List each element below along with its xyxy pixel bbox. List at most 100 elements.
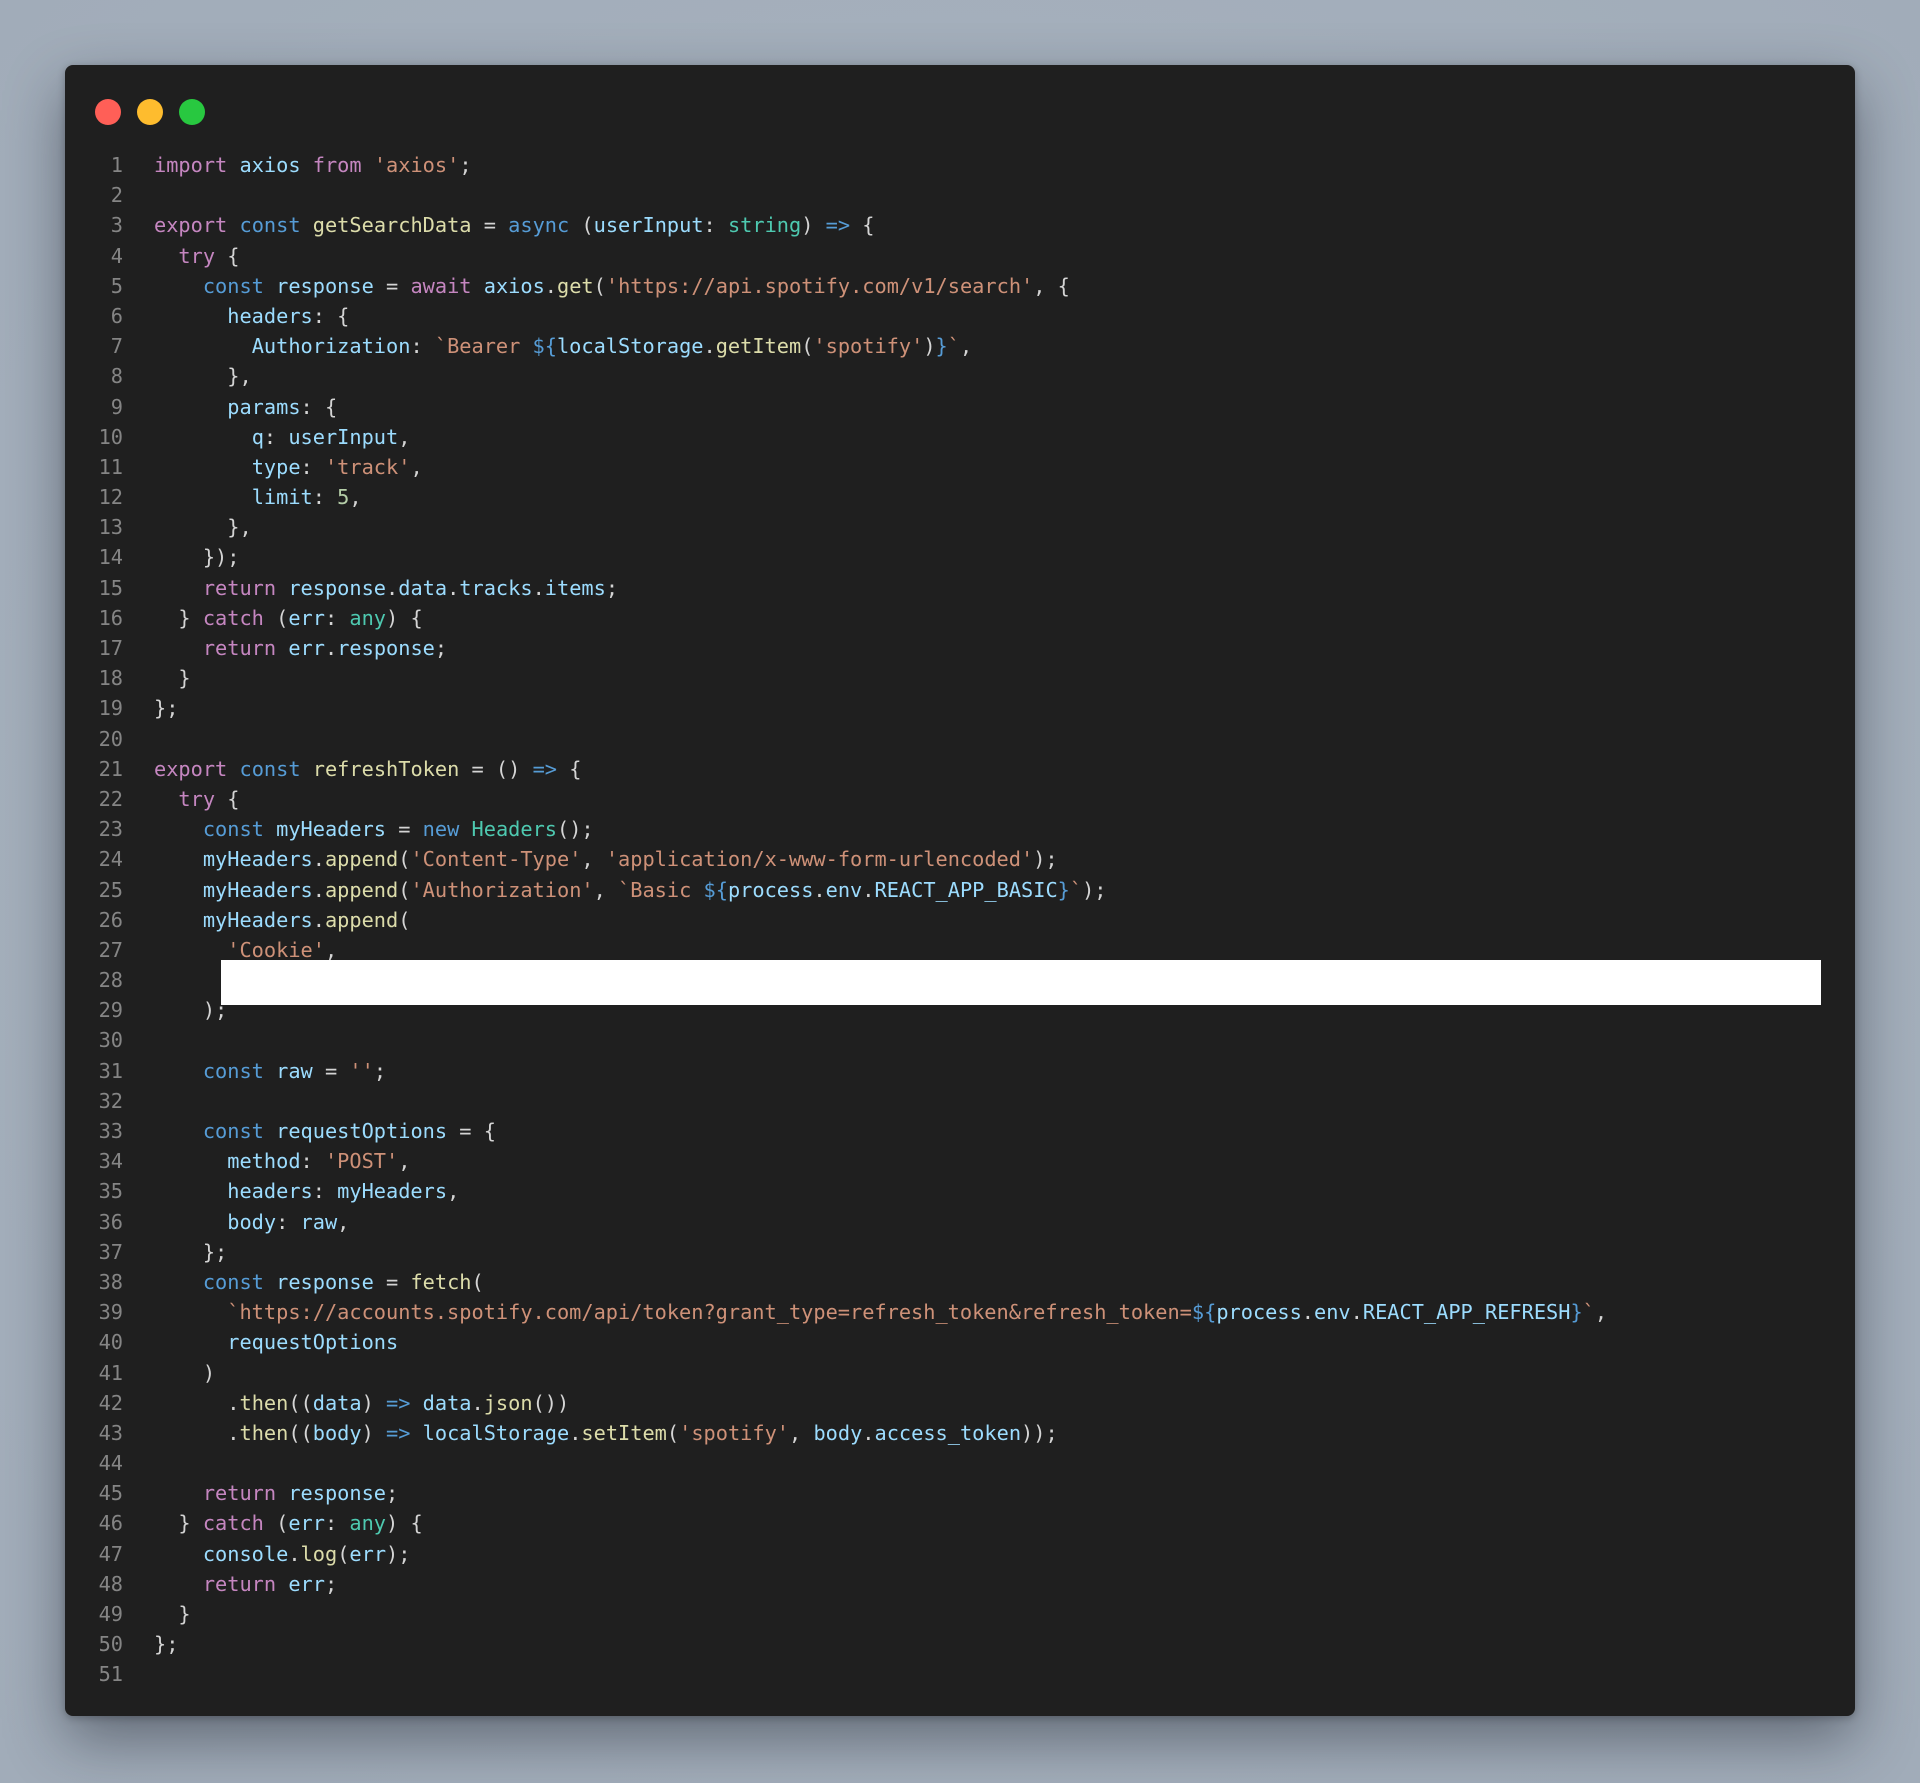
line-number: 18	[98, 666, 123, 691]
code-token: ,	[1594, 1300, 1608, 1325]
code-text: myHeaders.append(	[154, 905, 411, 935]
code-token: .	[703, 334, 716, 359]
code-token: body	[312, 1420, 362, 1445]
line-number: 14	[98, 545, 123, 570]
code-line: 37 };	[65, 1237, 1855, 1267]
code-token: env	[1314, 1300, 1351, 1325]
code-token: err	[288, 636, 325, 660]
line-number: 31	[98, 1058, 123, 1083]
code-token: err	[349, 1541, 387, 1566]
code-token: try	[178, 243, 216, 268]
code-text: headers: {	[154, 301, 349, 331]
code-token: return	[202, 1571, 277, 1596]
code-token: ) {	[386, 605, 423, 630]
zoom-button[interactable]	[179, 99, 205, 125]
code-token: myHeaders	[202, 847, 313, 872]
code-token: ,	[959, 334, 973, 359]
code-token: 'Cookie'	[227, 937, 325, 962]
code-editor[interactable]: 1 import axios from 'axios'; 2 3 export cons…	[65, 150, 1855, 1690]
code-token: const	[239, 756, 301, 781]
code-token: }	[1057, 877, 1070, 902]
line-number: 19	[98, 696, 123, 721]
code-token: ;	[434, 636, 448, 660]
code-token: .	[288, 1541, 301, 1566]
code-text: return err;	[154, 1569, 337, 1599]
code-text: );	[154, 995, 227, 1025]
code-token: =>	[825, 213, 851, 238]
code-text: requestOptions	[154, 1327, 398, 1357]
line-number: 24	[98, 847, 123, 872]
line-number: 2	[110, 183, 123, 208]
code-line: 11 type: 'track',	[65, 452, 1855, 482]
code-token: }	[154, 605, 203, 630]
code-text: const response = fetch(	[154, 1267, 484, 1297]
close-button[interactable]	[95, 99, 121, 125]
line-number: 47	[98, 1541, 123, 1566]
line-number: 42	[98, 1390, 123, 1415]
line-number: 48	[98, 1571, 123, 1596]
line-number: 11	[98, 454, 123, 479]
code-text: body: raw,	[154, 1207, 349, 1237]
code-text: return response.data.tracks.items;	[154, 573, 618, 603]
code-token: (	[398, 847, 411, 872]
code-token: };	[154, 1239, 228, 1264]
code-line: 26 myHeaders.append(	[65, 905, 1855, 935]
code-text: },	[154, 361, 251, 391]
line-number: 15	[98, 575, 123, 600]
code-text: } catch (err: any) {	[154, 603, 423, 633]
code-token: any	[349, 605, 387, 630]
code-token: setItem	[581, 1420, 667, 1445]
code-line: 43 .then((body) => localStorage.setItem(…	[65, 1418, 1855, 1448]
code-line: 25 myHeaders.append('Authorization', `Ba…	[65, 875, 1855, 905]
code-line: 49 }	[65, 1599, 1855, 1629]
line-number: 22	[98, 786, 123, 811]
code-token: =>	[532, 756, 557, 781]
code-text: };	[154, 693, 178, 723]
code-text: method: 'POST',	[154, 1146, 410, 1176]
code-token: userInput	[593, 213, 704, 238]
code-token: response	[276, 1269, 374, 1294]
code-token: ;	[324, 1571, 338, 1596]
code-line: 13 },	[65, 512, 1855, 542]
code-token: ,	[789, 1420, 814, 1445]
code-text: const response = await axios.get('https:…	[154, 271, 1070, 301]
code-token: =	[386, 817, 423, 842]
code-token: append	[324, 907, 399, 932]
code-token: {	[215, 243, 240, 268]
code-token: 'Content-Type'	[410, 847, 582, 872]
code-text: headers: myHeaders,	[154, 1176, 459, 1206]
code-text: .then((data) => data.json())	[154, 1388, 569, 1418]
code-token: , {	[1033, 273, 1070, 298]
code-token: ${	[1191, 1300, 1217, 1325]
code-token: .	[813, 877, 826, 902]
code-token: myHeaders	[202, 907, 313, 932]
code-token: json	[483, 1390, 533, 1415]
code-line: 20	[65, 724, 1855, 754]
line-number: 23	[98, 817, 123, 842]
code-token: myHeaders	[276, 817, 387, 842]
code-token: `	[947, 334, 960, 359]
code-token: return	[202, 636, 277, 660]
line-number: 21	[98, 756, 123, 781]
minimize-button[interactable]	[137, 99, 163, 125]
code-token: params	[227, 394, 301, 419]
line-number: 9	[110, 394, 123, 419]
code-token: :	[263, 424, 289, 449]
code-text: import axios from 'axios';	[154, 150, 472, 180]
code-token: :	[410, 334, 435, 359]
code-token: getItem	[715, 334, 802, 359]
line-number: 32	[98, 1088, 123, 1113]
code-token: =	[312, 1058, 350, 1083]
line-number: 5	[110, 273, 123, 298]
code-token: (	[569, 213, 594, 238]
code-token: ,	[324, 937, 338, 962]
code-token: 5	[337, 485, 350, 510]
code-token: });	[154, 545, 240, 570]
code-token: Authorization	[251, 334, 411, 359]
code-token: 'track'	[324, 454, 411, 479]
